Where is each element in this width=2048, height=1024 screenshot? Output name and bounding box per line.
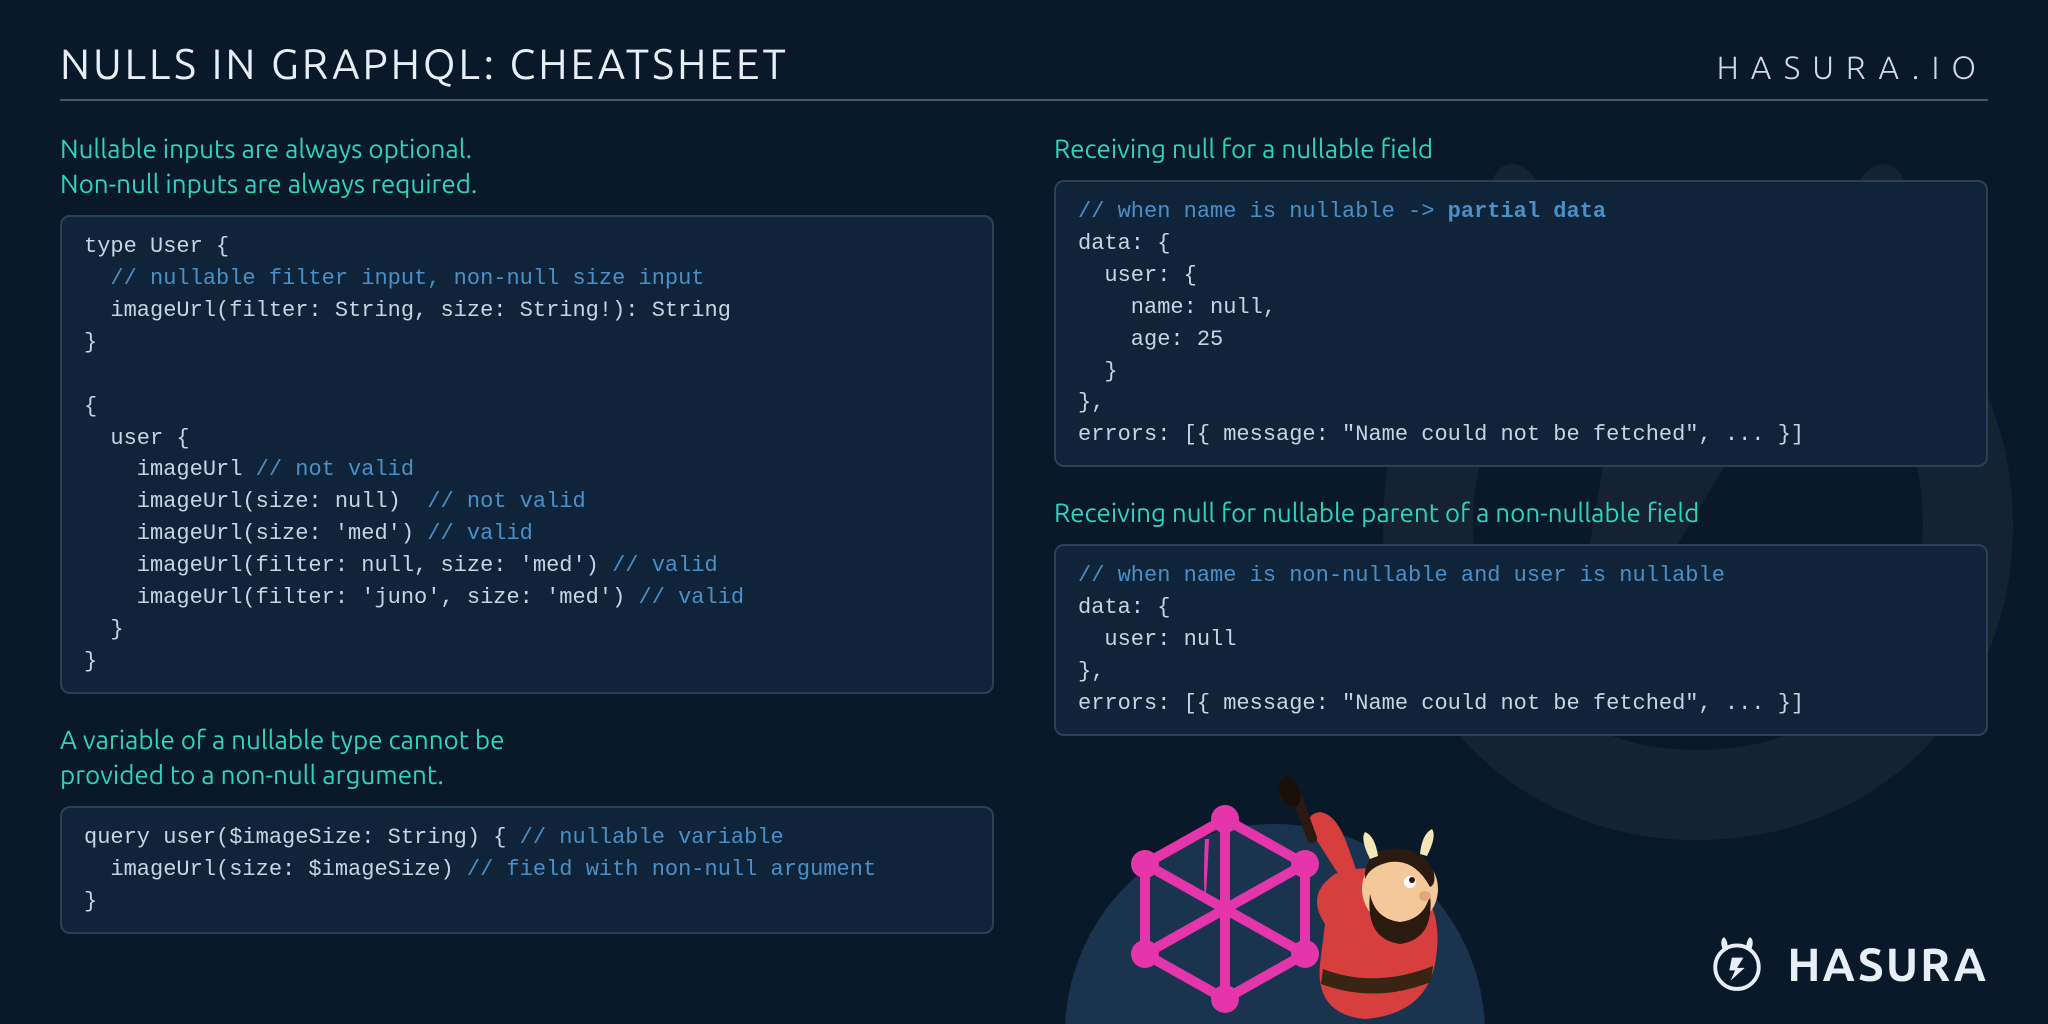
content: Nullable inputs are always optional. Non… xyxy=(60,131,1988,962)
section-heading-receiving-nullable: Receiving null for a nullable field xyxy=(1054,131,1988,166)
header: NULLS IN GRAPHQL: CHEATSHEET HASURA.IO xyxy=(60,40,1988,101)
code-block-partial-data: // when name is nullable -> partial data… xyxy=(1054,180,1988,467)
brand-url: HASURA.IO xyxy=(1717,50,1988,86)
heading-line: A variable of a nullable type cannot be xyxy=(60,725,505,754)
code-block-query-user: query user($imageSize: String) { // null… xyxy=(60,806,994,934)
brand-logo: HASURA xyxy=(1705,932,1988,996)
left-column: Nullable inputs are always optional. Non… xyxy=(60,131,994,962)
section-heading-nullable-inputs: Nullable inputs are always optional. Non… xyxy=(60,131,994,201)
brand-logo-text: HASURA xyxy=(1787,938,1988,990)
heading-line: provided to a non-null argument. xyxy=(60,760,444,789)
heading-line: Nullable inputs are always optional. xyxy=(60,134,472,163)
mascot-illustration xyxy=(1065,744,1525,1024)
code-block-type-user: type User { // nullable filter input, no… xyxy=(60,215,994,693)
section-heading-nullable-variable: A variable of a nullable type cannot be … xyxy=(60,722,994,792)
heading-line: Non-null inputs are always required. xyxy=(60,169,477,198)
code-block-user-null: // when name is non-nullable and user is… xyxy=(1054,544,1988,735)
hasura-logo-icon xyxy=(1705,932,1769,996)
page-title: NULLS IN GRAPHQL: CHEATSHEET xyxy=(60,40,789,87)
section-heading-receiving-parent: Receiving null for nullable parent of a … xyxy=(1054,495,1988,530)
